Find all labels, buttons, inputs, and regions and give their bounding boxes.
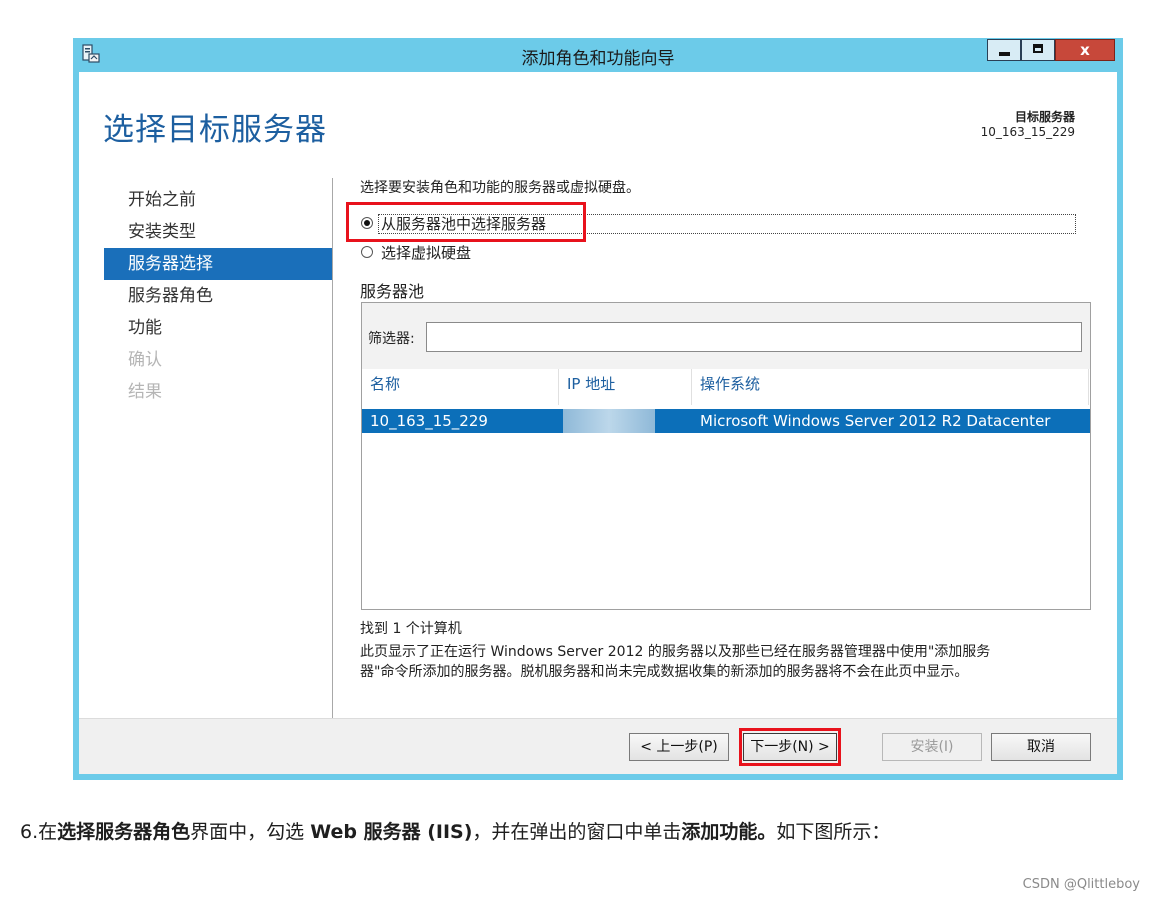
cell-ip-redacted <box>563 409 655 433</box>
server-pool-label: 服务器池 <box>360 282 425 301</box>
article-text: 6.在 <box>20 821 58 843</box>
page-title: 选择目标服务器 <box>103 112 327 148</box>
minimize-icon <box>999 52 1010 56</box>
destination-server-label: 目标服务器 <box>1014 110 1075 124</box>
nav-item-before-you-begin[interactable]: 开始之前 <box>104 184 332 216</box>
table-row[interactable]: 10_163_15_229 Microsoft Windows Server 2… <box>362 409 1090 433</box>
article-bold: 添加功能。 <box>681 821 777 843</box>
close-icon: x <box>1080 41 1090 59</box>
previous-button[interactable]: < 上一步(P) <box>629 733 729 761</box>
option-select-vhd[interactable]: 选择虚拟硬盘 <box>361 242 471 264</box>
table-header: 名称 IP 地址 操作系统 <box>362 369 1090 405</box>
nav-divider <box>332 178 333 723</box>
wizard-client-area: 选择目标服务器 目标服务器 10_163_15_229 开始之前 安装类型 服务… <box>79 72 1117 723</box>
wizard-nav: 开始之前 安装类型 服务器选择 服务器角色 功能 确认 结果 <box>104 184 332 408</box>
nav-item-confirmation: 确认 <box>128 350 162 370</box>
column-header-ip[interactable]: IP 地址 <box>559 369 692 405</box>
maximize-icon <box>1033 44 1043 53</box>
filter-input[interactable] <box>426 322 1082 352</box>
instruction-text: 选择要安装角色和功能的服务器或虚拟硬盘。 <box>360 180 640 196</box>
watermark: CSDN @Qlittleboy <box>1022 877 1140 892</box>
server-pool: 筛选器: 名称 IP 地址 操作系统 10_163_15_229 Microso… <box>361 302 1091 610</box>
window-title: 添加角色和功能向导 <box>521 49 675 69</box>
wizard-footer: < 上一步(P) 下一步(N) > 安装(I) 取消 <box>79 718 1117 774</box>
description-line: 器"命令所添加的服务器。脱机服务器和尚未完成数据收集的新添加的服务器将不会在此页… <box>360 664 969 680</box>
nav-item-features[interactable]: 功能 <box>104 312 332 344</box>
close-button[interactable]: x <box>1055 39 1115 61</box>
filter-area: 筛选器: <box>362 303 1090 370</box>
nav-item-server-roles[interactable]: 服务器角色 <box>104 280 332 312</box>
cancel-button[interactable]: 取消 <box>991 733 1091 761</box>
install-button: 安装(I) <box>882 733 982 761</box>
filter-label: 筛选器: <box>368 331 415 347</box>
article-bold: Web 服务器 (IIS) <box>310 821 473 843</box>
destination-server-value: 10_163_15_229 <box>980 125 1075 139</box>
next-button[interactable]: 下一步(N) > <box>743 733 837 761</box>
wizard-window: 添加角色和功能向导 x 选择目标服务器 目标服务器 10_163_15_229 … <box>73 38 1123 780</box>
article-text: 界面中，勾选 <box>190 821 311 843</box>
article-text: ，并在弹出的窗口中单击 <box>472 821 682 843</box>
found-count-text: 找到 1 个计算机 <box>360 621 462 637</box>
title-bar[interactable]: 添加角色和功能向导 x <box>73 38 1123 72</box>
option-label: 选择虚拟硬盘 <box>381 244 472 262</box>
description-text: 此页显示了正在运行 Windows Server 2012 的服务器以及那些已经… <box>360 642 1080 682</box>
article-bold: 选择服务器角色 <box>57 821 191 843</box>
nav-item-installation-type[interactable]: 安装类型 <box>104 216 332 248</box>
minimize-button[interactable] <box>987 39 1021 61</box>
column-header-name[interactable]: 名称 <box>362 369 559 405</box>
cell-os: Microsoft Windows Server 2012 R2 Datacen… <box>700 412 1051 430</box>
nav-item-server-selection[interactable]: 服务器选择 <box>104 248 332 280</box>
highlight-box-option <box>346 202 586 242</box>
cell-server-name: 10_163_15_229 <box>370 412 488 430</box>
maximize-button[interactable] <box>1021 39 1055 61</box>
nav-item-results: 结果 <box>128 382 162 402</box>
description-line: 此页显示了正在运行 Windows Server 2012 的服务器以及那些已经… <box>360 644 991 660</box>
article-text: 如下图所示： <box>776 821 891 843</box>
article-paragraph: 6.在选择服务器角色界面中，勾选 Web 服务器 (IIS)，并在弹出的窗口中单… <box>20 817 890 844</box>
column-header-os[interactable]: 操作系统 <box>692 369 1089 405</box>
radio-unselected-icon[interactable] <box>361 245 373 258</box>
